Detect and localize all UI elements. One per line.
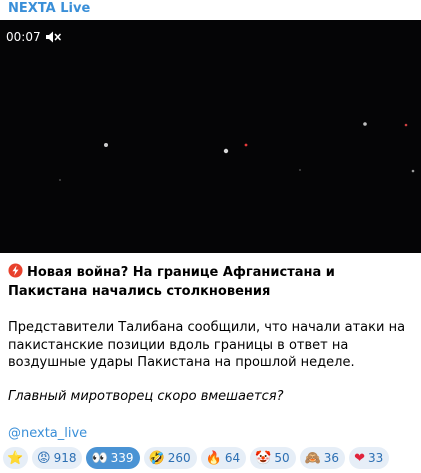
star-icon: ⭐ xyxy=(7,450,24,466)
lightning-icon xyxy=(8,263,23,278)
video-time: 00:07 xyxy=(6,30,41,44)
angry-face-icon: 😡 xyxy=(37,450,51,466)
heart-icon: ❤ xyxy=(354,450,365,466)
reaction-count: 339 xyxy=(110,451,134,465)
reaction-count: 260 xyxy=(167,451,191,465)
post-italic-line: Главный миротворец скоро вмешается? xyxy=(8,389,284,404)
reaction-clown[interactable]: 🤡 50 xyxy=(250,447,296,469)
reaction-heart[interactable]: ❤ 33 xyxy=(349,447,390,469)
channel-name[interactable]: NEXTA Live xyxy=(8,1,90,17)
post-title-text: Новая война? На границе Афганистана и Па… xyxy=(8,265,335,299)
rofl-face-icon: 🤣 xyxy=(148,450,165,466)
clown-face-icon: 🤡 xyxy=(255,450,272,466)
post-body: Представители Талибана сообщили, что нач… xyxy=(8,320,406,370)
reaction-count: 50 xyxy=(274,451,290,465)
video-time-overlay: 00:07 xyxy=(6,30,61,44)
video-frame xyxy=(59,122,415,181)
eyes-icon: 👀 xyxy=(91,450,108,466)
reaction-eyes[interactable]: 👀 339 xyxy=(86,447,140,469)
post-title: Новая война? На границе Афганистана и Па… xyxy=(8,263,413,301)
reaction-fire[interactable]: 🔥 64 xyxy=(200,447,247,469)
reaction-count: 33 xyxy=(367,451,384,465)
channel-link[interactable]: @nexta_live xyxy=(8,425,87,442)
reaction-count: 918 xyxy=(53,451,77,465)
see-no-evil-monkey-icon: 🙈 xyxy=(304,450,321,466)
reactions-bar: ⭐ 😡 918 👀 339 🤣 260 🔥 64 🤡 50 🙈 36 ❤ 33 xyxy=(3,447,390,469)
reaction-count: 36 xyxy=(323,451,340,465)
video-player[interactable]: 00:07 xyxy=(0,20,421,253)
reaction-star[interactable]: ⭐ xyxy=(3,447,28,469)
reaction-rofl[interactable]: 🤣 260 xyxy=(143,447,197,469)
fire-icon: 🔥 xyxy=(205,450,222,466)
reaction-monkey[interactable]: 🙈 36 xyxy=(299,447,346,469)
mute-icon[interactable] xyxy=(45,30,61,44)
reaction-angry[interactable]: 😡 918 xyxy=(32,447,83,469)
reaction-count: 64 xyxy=(224,451,241,465)
